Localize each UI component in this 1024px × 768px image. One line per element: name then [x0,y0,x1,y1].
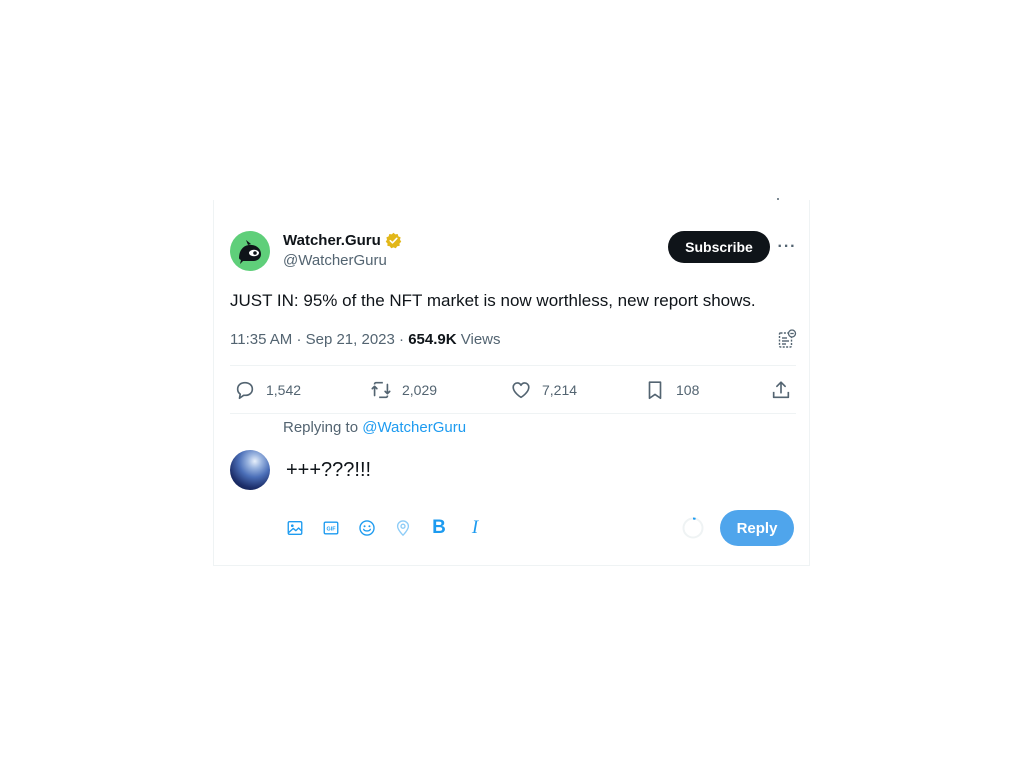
like-count: 7,214 [542,382,578,398]
bookmark-count: 108 [676,382,700,398]
character-count-progress-ring [682,517,704,539]
italic-button[interactable]: I [465,517,485,538]
bold-button[interactable]: B [429,517,449,538]
reply-input[interactable]: +++???!!! [286,459,371,482]
tweet-meta: 11:35 AM · Sep 21, 2023 · 654.9K Views [230,331,501,348]
bookmark-icon [648,381,662,400]
tweet-date[interactable]: Sep 21, 2023 [306,331,395,348]
tweet-text: JUST IN: 95% of the NFT market is now wo… [230,291,756,310]
more-options-button[interactable]: ··· [776,236,798,258]
replying-mention-link[interactable]: @WatcherGuru [362,419,466,436]
analytics-icon[interactable] [777,329,797,349]
subscribe-button[interactable]: Subscribe [668,231,770,263]
watcher-guru-logo-icon [239,240,261,264]
views-count: 654.9K [408,331,457,348]
tweet-time[interactable]: 11:35 AM [230,331,292,348]
add-media-button[interactable] [285,518,305,538]
location-icon [396,520,410,537]
user-avatar[interactable] [230,450,270,490]
svg-text:GIF: GIF [327,526,337,532]
retweet-action[interactable]: 2,029 [370,378,437,402]
like-action[interactable]: 7,214 [510,378,577,402]
meta-separator: · [296,331,302,348]
upload-share-icon [772,381,790,399]
reply-button[interactable]: Reply [720,510,794,546]
reply-action[interactable]: 1,542 [234,378,301,402]
heart-icon [512,382,530,399]
bookmark-action[interactable]: 108 [644,378,699,402]
reply-count: 1,542 [266,382,302,398]
gif-icon: GIF [323,521,339,535]
image-icon [287,521,303,535]
views-label: Views [460,331,501,348]
replying-to: Replying to @WatcherGuru [283,419,466,436]
author-name[interactable]: Watcher.Guru [283,232,381,249]
replying-prefix: Replying to [283,419,359,436]
author-handle[interactable]: @WatcherGuru [283,252,387,269]
retweet-icon [371,381,391,399]
bold-icon: B [432,517,446,538]
add-emoji-button[interactable] [357,518,377,538]
add-gif-button[interactable]: GIF [321,518,341,538]
more-icon: ··· [777,238,797,255]
author-avatar[interactable] [230,231,270,271]
emoji-icon [359,520,375,536]
divider-top [230,365,796,366]
meta-separator-2: · [399,331,405,348]
author-name-row[interactable]: Watcher.Guru [283,232,402,249]
add-location-button[interactable] [393,518,413,538]
retweet-count: 2,029 [402,382,438,398]
verified-badge-icon[interactable] [385,232,402,249]
speech-bubble-icon [236,381,254,400]
share-action[interactable] [770,378,792,402]
divider-bottom [230,413,796,414]
italic-icon: I [471,517,479,538]
